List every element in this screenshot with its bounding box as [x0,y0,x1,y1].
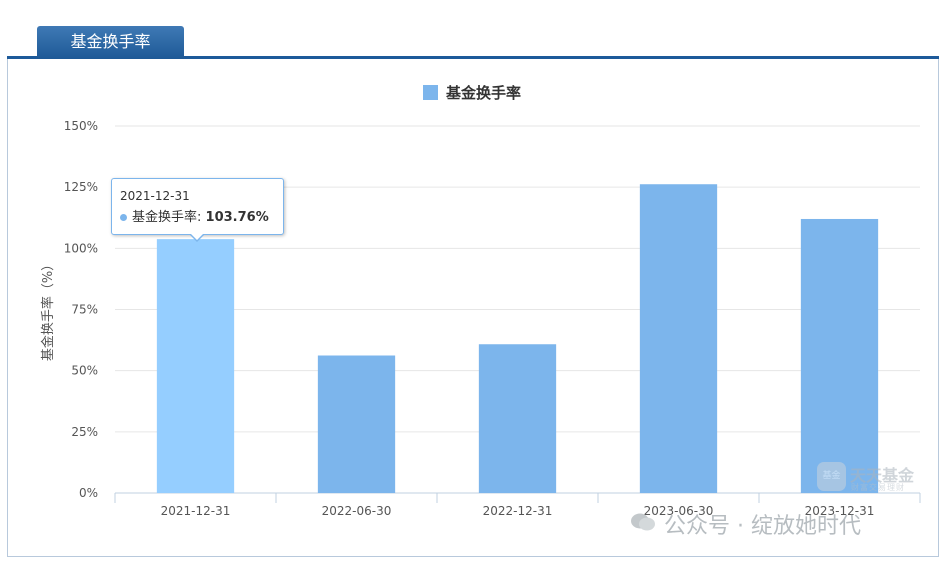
bar[interactable] [800,218,879,493]
y-tick-label: 150% [64,119,98,133]
wechat-icon [631,513,655,531]
tooltip-row: 基金换手率: 103.76% [120,206,269,225]
bar-chart: 0% 25% 50% 75% 100% 125% 150% 2021-12-31 2022-06… [40,84,921,518]
y-tick-label: 0% [79,486,98,500]
tooltip-value: 103.76% [205,210,269,225]
bar[interactable] [317,355,396,493]
brand-watermark: 基金 天天基金 财富交易理财 [817,462,922,494]
legend-label: 基金换手率 [445,84,521,102]
bar[interactable] [478,344,557,493]
x-tick-label: 2022-12-31 [483,504,553,518]
y-tick-label: 75% [71,303,98,317]
x-tick-label: 2022-06-30 [322,504,392,518]
chart-tooltip: 2021-12-31 基金换手率: 103.76% [111,178,284,242]
legend-swatch [423,85,438,100]
y-tick-label: 100% [64,241,98,255]
tooltip-arrow-inner [191,234,203,240]
y-tick-label: 50% [71,364,98,378]
y-tick-label: 125% [64,180,98,194]
x-tick-label: 2021-12-31 [161,504,231,518]
wechat-account: 公众号 · 绽放她时代 [664,514,861,539]
y-axis-title: 基金换手率（%） [40,258,56,361]
brand-badge: 基金 [817,462,846,491]
series-dot-icon [120,214,127,221]
tooltip-series: 基金换手率: [132,210,202,225]
y-tick-label: 25% [71,425,98,439]
bar[interactable] [639,184,718,494]
bar[interactable] [156,239,235,493]
tooltip-date: 2021-12-31 [120,189,190,203]
brand-sub: 财富交易理财 [851,483,905,492]
